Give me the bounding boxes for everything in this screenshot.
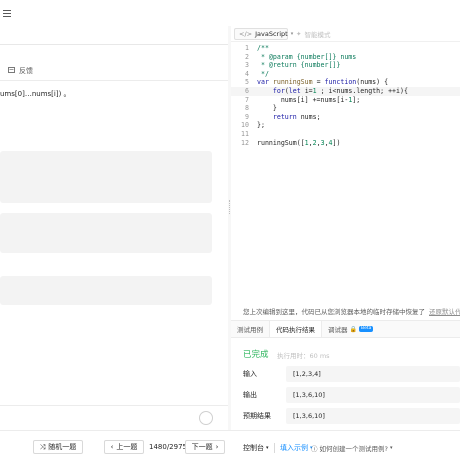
line-number: 12 <box>241 138 249 147</box>
output-value: [1,3,6,10] <box>286 387 460 403</box>
prev-question-label: 上一题 <box>116 443 138 451</box>
restore-banner: 您上次编辑到这里，代码已从您浏览器本地的临时存储中恢复了 还原默认代码模板 <box>231 304 460 318</box>
input-value: [1,2,3,4] <box>286 366 460 382</box>
smart-mode-icon: ✦ <box>296 30 302 38</box>
description-text: ums[0]…nums[i]) 。 <box>0 90 71 98</box>
fill-example-label: 填入示例 <box>280 444 308 452</box>
random-question-button[interactable]: ⤨ 随机一题 <box>33 440 83 454</box>
beta-badge: Beta <box>358 326 374 332</box>
next-question-label: 下一题 <box>191 443 213 451</box>
tab-test-case-label: 测试用例 <box>237 326 263 334</box>
expected-value: [1,3,6,10] <box>286 408 460 424</box>
fill-example-button[interactable]: 填入示例 ▾ <box>280 443 313 453</box>
chevron-right-icon: › <box>215 443 219 451</box>
console-label: 控制台 <box>243 444 264 452</box>
code-token: }; <box>257 121 265 130</box>
code-token: for <box>272 87 285 95</box>
code-token: nums; <box>296 112 321 121</box>
console-toggle[interactable]: 控制台 ▾ <box>243 443 269 453</box>
code-token: nums[i] +=nums[i- <box>257 95 349 104</box>
chevron-down-icon: ▾ <box>266 445 269 451</box>
content-block-3 <box>0 276 212 305</box>
lock-icon: 🔒 <box>349 325 357 333</box>
smart-mode-toggle[interactable]: ✦ 智能模式 <box>296 28 330 40</box>
tab-test-case[interactable]: 测试用例 <box>231 321 269 337</box>
code-token: runningSum([ <box>257 138 305 147</box>
code-token: = <box>312 78 325 87</box>
code-token: * @return {number[]} <box>257 61 341 70</box>
prev-question-button[interactable]: ‹ 上一题 <box>104 440 144 454</box>
result-tabs: 测试用例 代码执行结果 调试器 🔒 Beta <box>231 320 460 338</box>
feedback-button[interactable]: 反馈 <box>8 66 33 76</box>
code-token: ; i<nums.length; ++i){ <box>316 87 408 95</box>
help-test-case-link[interactable]: ⓘ 如何创建一个测试用例? ▾ <box>311 443 392 453</box>
expected-label: 预期结果 <box>243 412 271 420</box>
shuffle-icon: ⤨ <box>39 442 46 451</box>
menu-icon[interactable] <box>3 9 11 17</box>
help-icon: ⓘ <box>311 445 318 453</box>
content-block-1 <box>0 151 212 203</box>
tab-debugger-label: 调试器 <box>328 326 348 334</box>
feedback-icon <box>8 66 15 76</box>
code-token: let <box>288 87 301 95</box>
code-token: runningSum <box>272 78 313 87</box>
code-brackets-icon: </> <box>239 30 253 38</box>
bottom-separator <box>274 443 275 453</box>
input-label: 输入 <box>243 370 257 378</box>
code-token: * @param {number[]} nums <box>257 52 357 61</box>
feedback-divider <box>0 80 228 81</box>
output-label: 输出 <box>243 391 257 399</box>
code-token: return <box>272 112 297 121</box>
tab-run-result-label: 代码执行结果 <box>276 326 315 334</box>
code-token: /** <box>257 44 269 52</box>
code-line[interactable]: 12 runningSum([1,2,3,4]) <box>231 139 460 148</box>
tab-debugger[interactable]: 调试器 🔒 Beta <box>322 321 379 337</box>
feedback-label: 反馈 <box>19 67 33 75</box>
status-label: 已完成 <box>243 350 269 360</box>
random-question-label: 随机一题 <box>48 443 77 451</box>
left-bottom-divider <box>0 405 228 406</box>
code-token: function <box>324 78 357 87</box>
code-token: var <box>257 78 273 87</box>
restore-default-link[interactable]: 还原默认代码模板 <box>429 306 460 316</box>
language-label: JavaScript <box>255 30 288 38</box>
code-token: */ <box>257 69 269 78</box>
content-block-2 <box>0 213 212 253</box>
refresh-icon[interactable] <box>199 411 213 425</box>
chevron-down-icon: ▾ <box>389 445 393 451</box>
help-test-case-label: 如何创建一个测试用例? <box>319 445 388 453</box>
exec-time: 执行用时：60 ms <box>277 352 330 360</box>
code-token: (nums) { <box>356 78 389 87</box>
resizer-handle-icon[interactable] <box>229 200 230 214</box>
left-top-strip <box>0 0 228 28</box>
next-question-button[interactable]: 下一题 › <box>185 440 225 454</box>
language-select[interactable]: </> JavaScript ▾ <box>234 28 293 40</box>
code-token: i= <box>300 87 313 95</box>
code-token: } <box>257 104 277 113</box>
chevron-down-icon: ▾ <box>290 31 294 37</box>
tab-run-result[interactable]: 代码执行结果 <box>269 321 322 337</box>
restore-message: 您上次编辑到这里，代码已从您浏览器本地的临时存储中恢复了 <box>243 308 425 316</box>
code-editor[interactable]: 1/** 2 * @param {number[]} nums 3 * @retur… <box>231 44 460 302</box>
smart-mode-label: 智能模式 <box>304 31 331 39</box>
chevron-left-icon: ‹ <box>110 443 114 451</box>
code-token: ]) <box>332 138 341 147</box>
code-text: runningSum([1,2,3,4]) <box>257 139 340 148</box>
question-index: 1480/2975 <box>149 443 187 451</box>
code-token: ]; <box>352 95 361 104</box>
